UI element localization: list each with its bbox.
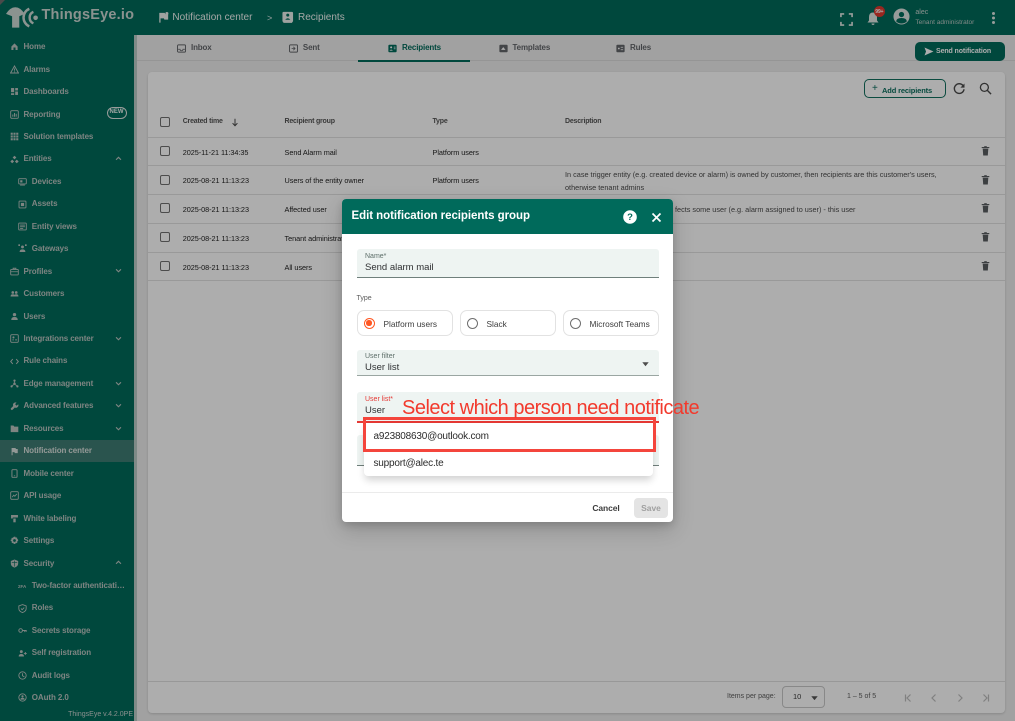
svg-text:?: ? [627,212,633,223]
